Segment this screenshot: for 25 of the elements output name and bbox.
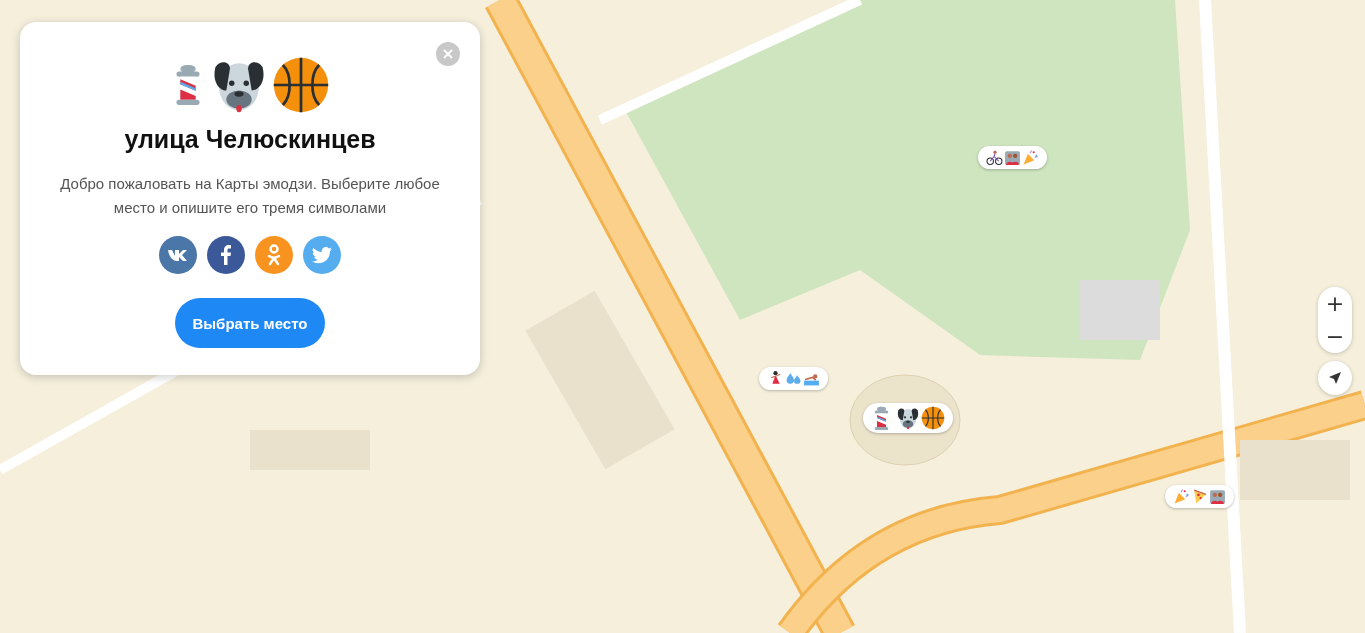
zoom-out-button[interactable]: − — [1318, 320, 1352, 353]
emoji-marker-drawing[interactable] — [1165, 485, 1234, 508]
basketball-icon — [272, 56, 330, 114]
party-popper-icon — [1173, 488, 1190, 505]
dog-face-icon — [896, 406, 920, 430]
share-button[interactable] — [207, 236, 245, 274]
emoji-marker-drawing[interactable] — [863, 403, 953, 433]
odnoklassniki-logo-icon — [267, 244, 281, 266]
place-title: улица Челюскинцев — [124, 125, 376, 154]
basketball-icon — [921, 406, 945, 430]
twitter-bird-icon — [312, 246, 332, 264]
party-popper-icon — [1022, 149, 1039, 166]
pizza-icon — [1191, 488, 1208, 505]
vk-logo-icon — [168, 249, 188, 261]
share-button[interactable] — [159, 236, 197, 274]
location-arrow-icon — [1328, 371, 1342, 385]
emoji-marker-drawing[interactable] — [759, 367, 828, 390]
facebook-logo-icon — [221, 245, 231, 265]
choose-place-button[interactable]: Выбрать место — [175, 298, 325, 348]
water-drops-icon — [785, 370, 802, 387]
emoji-marker-drawing[interactable] — [978, 146, 1047, 169]
close-icon — [443, 49, 453, 59]
cyclist-icon — [986, 149, 1003, 166]
welcome-text: Добро пожаловать на Карты эмодзи. Выберите любое место и опишите его тремя символами — [59, 174, 441, 218]
zoom-in-button[interactable]: + — [1318, 287, 1352, 320]
